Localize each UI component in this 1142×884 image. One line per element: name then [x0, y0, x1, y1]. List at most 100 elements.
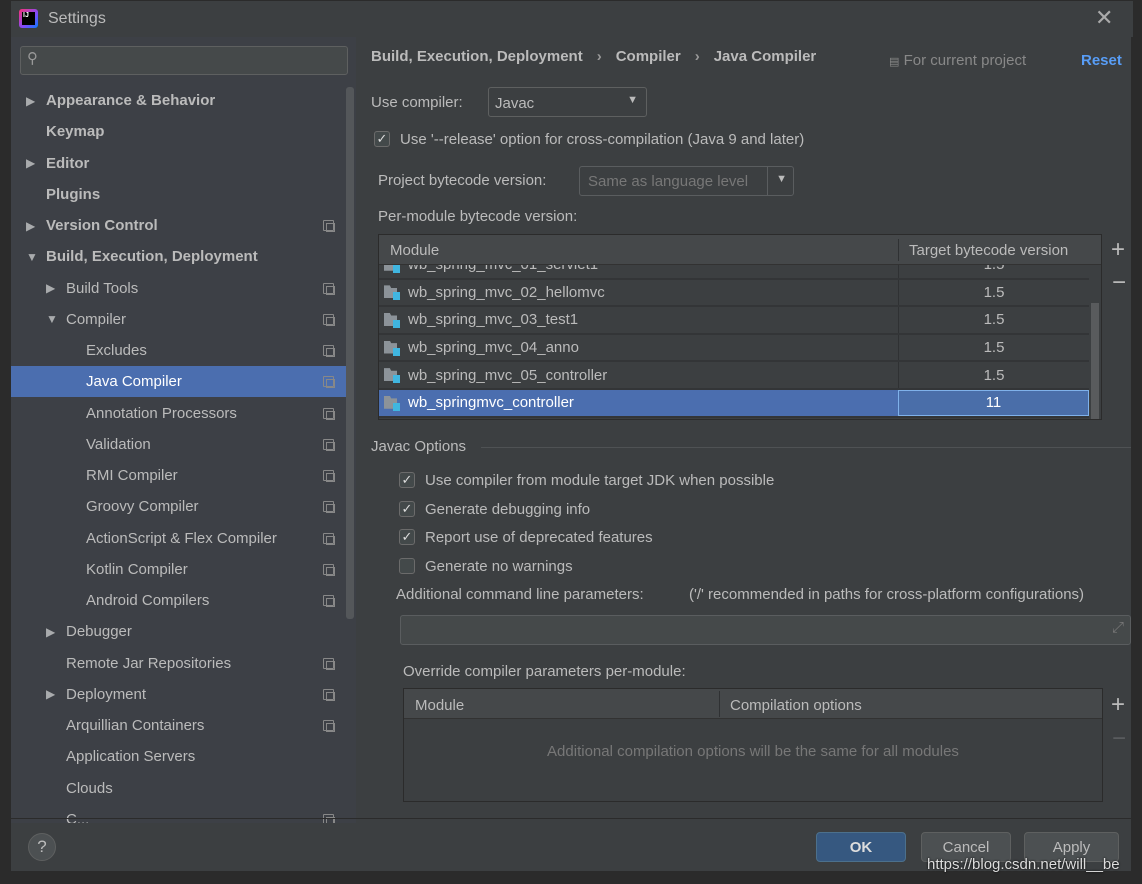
collapsed-arrow-icon[interactable]: ▶: [26, 156, 35, 170]
add-module-button[interactable]: +: [1111, 236, 1125, 264]
expanded-arrow-icon[interactable]: ▼: [46, 312, 58, 326]
collapsed-arrow-icon[interactable]: ▶: [46, 625, 55, 639]
sidebar-item[interactable]: Application Servers: [11, 741, 346, 772]
sidebar-item-label: C...: [66, 810, 90, 823]
sidebar-item[interactable]: ▼ Build, Execution, Deployment: [11, 241, 346, 272]
target-version[interactable]: 1.5: [898, 265, 1089, 278]
target-version[interactable]: 11: [898, 390, 1089, 416]
table-row[interactable]: wb_spring_mvc_05_controller 1.5: [379, 362, 1089, 390]
project-scope-icon: ▤: [889, 56, 900, 68]
collapsed-arrow-icon[interactable]: ▶: [26, 219, 35, 233]
sidebar-item[interactable]: Kotlin Compiler: [11, 554, 346, 585]
sidebar-item[interactable]: Keymap: [11, 116, 346, 147]
sidebar-item-label: Validation: [86, 435, 151, 453]
sidebar-item[interactable]: Clouds: [11, 773, 346, 804]
project-scope-icon: [323, 438, 335, 451]
sidebar-item-label: Groovy Compiler: [86, 498, 199, 516]
module-icon: [384, 265, 400, 273]
table-row[interactable]: wb_spring_mvc_02_hellomvc 1.5: [379, 279, 1089, 308]
sidebar-item[interactable]: RMI Compiler: [11, 460, 346, 491]
empty-table-text: Additional compilation options will be t…: [547, 743, 959, 760]
module-icon: [384, 368, 400, 384]
column-header-module[interactable]: Module: [390, 242, 439, 259]
module-icon: [384, 313, 400, 328]
collapsed-arrow-icon[interactable]: ▶: [46, 281, 55, 295]
sidebar-item[interactable]: Plugins: [11, 179, 346, 210]
use-compiler-select[interactable]: Javac ▼: [488, 87, 647, 117]
sidebar-item[interactable]: Validation: [11, 429, 346, 460]
add-override-button[interactable]: +: [1111, 691, 1125, 719]
breadcrumb: Build, Execution, Deployment › Compiler › …: [371, 48, 817, 65]
breadcrumb-item[interactable]: Build, Execution, Deployment: [371, 48, 583, 65]
help-button[interactable]: ?: [28, 833, 56, 861]
sidebar-item-label: Kotlin Compiler: [86, 560, 188, 578]
project-scope-icon: [323, 376, 335, 389]
sidebar-item[interactable]: C...: [11, 804, 346, 823]
sidebar-item[interactable]: ▶ Deployment: [11, 679, 346, 710]
intellij-idea-icon: IJ: [19, 9, 38, 28]
sidebar-item[interactable]: Android Compilers: [11, 585, 346, 616]
sidebar-item[interactable]: Java Compiler: [11, 366, 346, 398]
close-icon[interactable]: ✕: [1095, 5, 1113, 31]
table-header: Module Compilation options: [404, 689, 1102, 719]
sidebar-item[interactable]: Remote Jar Repositories: [11, 648, 346, 679]
breadcrumb-item[interactable]: Compiler: [616, 48, 681, 65]
sidebar-item[interactable]: Annotation Processors: [11, 398, 346, 429]
sidebar-item[interactable]: ▼ Compiler: [11, 304, 346, 335]
target-version[interactable]: 1.5: [898, 334, 1089, 361]
sidebar-item[interactable]: Groovy Compiler: [11, 491, 346, 522]
project-bytecode-combo[interactable]: Same as language level ▼: [579, 166, 794, 196]
sidebar-item[interactable]: ▶ Debugger: [11, 616, 346, 647]
separator: [481, 447, 1131, 448]
collapsed-arrow-icon[interactable]: ▶: [46, 687, 55, 701]
sidebar-item-label: Deployment: [66, 685, 147, 703]
sidebar-item[interactable]: Excludes: [11, 335, 346, 366]
sidebar-item-label: Clouds: [66, 779, 113, 797]
project-scope-icon: [323, 501, 335, 514]
sidebar-item[interactable]: ▶ Build Tools: [11, 273, 346, 304]
collapsed-arrow-icon[interactable]: ▶: [26, 94, 35, 108]
column-header-target[interactable]: Target bytecode version: [909, 242, 1068, 259]
table-row[interactable]: wb_spring_mvc_01_servlet1 1.5: [379, 265, 1089, 280]
watermark: https://blog.csdn.net/will__be: [927, 856, 1120, 873]
column-header-options[interactable]: Compilation options: [730, 697, 862, 714]
expanded-arrow-icon[interactable]: ▼: [26, 250, 38, 264]
column-header-module[interactable]: Module: [415, 697, 464, 714]
cmd-params-label: Additional command line parameters:: [396, 586, 644, 603]
module-name: wb_spring_mvc_02_hellomvc: [408, 283, 605, 301]
project-scope-icon: [323, 563, 335, 576]
target-version[interactable]: 1.5: [898, 362, 1089, 388]
project-scope-icon: [323, 688, 335, 701]
search-input[interactable]: ⚲: [20, 46, 348, 75]
javac-option-checkbox[interactable]: ✓: [399, 529, 415, 546]
sidebar-item[interactable]: ▶ Appearance & Behavior: [11, 85, 346, 116]
javac-option-checkbox[interactable]: ✓: [399, 472, 415, 488]
module-name: wb_springmvc_controller: [408, 394, 574, 412]
target-version[interactable]: 1.5: [898, 279, 1089, 306]
javac-option-checkbox[interactable]: [399, 558, 415, 575]
sidebar-item[interactable]: ActionScript & Flex Compiler: [11, 523, 346, 554]
table-scrollbar[interactable]: [1091, 303, 1099, 419]
expand-icon[interactable]: ⤢: [1112, 619, 1124, 636]
sidebar-item[interactable]: ▶ Editor: [11, 148, 346, 179]
sidebar-item[interactable]: ▶ Version Control: [11, 210, 346, 241]
sidebar-item[interactable]: Arquillian Containers: [11, 710, 346, 741]
sidebar-item-label: Debugger: [66, 623, 132, 641]
table-row[interactable]: wb_springmvc_controller 11: [379, 390, 1089, 418]
sidebar-scrollbar[interactable]: [346, 87, 354, 619]
javac-option-label: Use compiler from module target JDK when…: [425, 472, 775, 489]
javac-option-checkbox[interactable]: ✓: [399, 500, 415, 517]
table-row[interactable]: wb_spring_mvc_04_anno 1.5: [379, 334, 1089, 363]
target-version[interactable]: 1.5: [898, 307, 1089, 333]
override-table: Module Compilation options Additional co…: [403, 688, 1103, 802]
ok-button[interactable]: OK: [816, 832, 906, 862]
release-option-checkbox[interactable]: ✓: [374, 131, 390, 147]
reset-link[interactable]: Reset: [1081, 52, 1122, 69]
cmd-params-input[interactable]: ⤢: [400, 615, 1131, 645]
sidebar-item-label: Keymap: [46, 123, 105, 141]
table-row[interactable]: wb_spring_mvc_03_test1 1.5: [379, 307, 1089, 335]
scope-label: For current project: [903, 52, 1027, 69]
remove-module-button[interactable]: −: [1112, 269, 1126, 297]
override-label: Override compiler parameters per-module:: [403, 663, 686, 680]
chevron-down-icon: ▼: [627, 94, 638, 106]
